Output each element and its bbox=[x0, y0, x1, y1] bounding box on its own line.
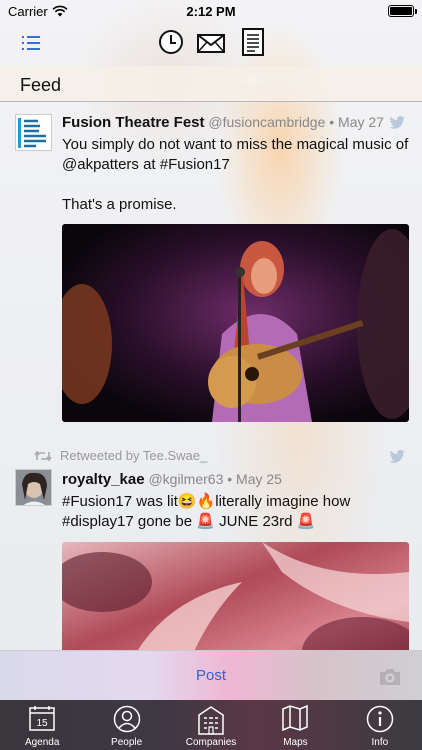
user-photo-icon bbox=[16, 470, 51, 505]
tab-label: Maps bbox=[283, 737, 308, 748]
tab-label: Companies bbox=[185, 737, 237, 748]
tab-companies[interactable]: Companies bbox=[169, 700, 253, 750]
calendar-icon: 15 bbox=[29, 706, 55, 731]
building-icon bbox=[198, 706, 224, 735]
map-icon bbox=[282, 705, 309, 731]
person-icon bbox=[113, 705, 140, 733]
post-button[interactable]: Post bbox=[0, 667, 422, 684]
tab-people[interactable]: People bbox=[84, 700, 168, 750]
fusion-logo-icon bbox=[16, 115, 51, 150]
tweet-text-line: #Fusion17 was lit😆🔥literally imagine how bbox=[62, 493, 351, 510]
retweet-icon bbox=[34, 450, 52, 461]
tweet-text-line: That's a promise. bbox=[62, 196, 177, 213]
tab-label: People bbox=[111, 737, 143, 748]
retweet-indicator: Retweeted by Tee.Swae_ bbox=[34, 448, 422, 463]
tweet-card[interactable]: Fusion Theatre Fest @fusioncambridge • M… bbox=[0, 103, 422, 422]
tweet-date: May 27 bbox=[338, 114, 384, 130]
tweet-card[interactable]: Retweeted by Tee.Swae_ royalty_kae @kgil… bbox=[0, 422, 422, 650]
tweet-date: May 25 bbox=[236, 471, 282, 487]
camera-icon[interactable] bbox=[378, 668, 402, 686]
twitter-bird-icon bbox=[389, 116, 406, 129]
tweet-media-photo[interactable] bbox=[62, 542, 409, 650]
blurred-crowd-photo bbox=[62, 542, 409, 650]
tweet-media-photo[interactable] bbox=[62, 224, 409, 422]
info-icon bbox=[366, 705, 394, 733]
tweet-author-name[interactable]: royalty_kae bbox=[62, 471, 145, 488]
singer-guitar-photo bbox=[62, 224, 409, 422]
page-title: Feed bbox=[20, 75, 62, 95]
feed-list[interactable]: Fusion Theatre Fest @fusioncambridge • M… bbox=[0, 103, 422, 650]
avatar[interactable] bbox=[15, 469, 52, 506]
tweet-text-line: You simply do not want to miss the magic… bbox=[62, 136, 409, 173]
tweet-handle: @kgilmer63 bbox=[148, 471, 224, 487]
avatar[interactable] bbox=[15, 114, 52, 151]
top-navigation bbox=[0, 22, 422, 83]
tab-maps[interactable]: Maps bbox=[253, 700, 337, 750]
tweet-handle: @fusioncambridge bbox=[208, 114, 326, 130]
mail-icon[interactable] bbox=[196, 28, 226, 58]
retweeted-by-label: Retweeted by Tee.Swae_ bbox=[60, 448, 208, 463]
tweet-text-line: #display17 gone be 🚨 JUNE 23rd 🚨 bbox=[62, 513, 316, 530]
twitter-bird-icon bbox=[389, 450, 406, 463]
carrier-label: Carrier bbox=[8, 3, 48, 19]
tweet-text: You simply do not want to miss the magic… bbox=[62, 135, 422, 215]
tab-agenda[interactable]: 15 Agenda bbox=[0, 700, 84, 750]
tweet-text: #Fusion17 was lit😆🔥literally imagine how… bbox=[62, 492, 422, 532]
calendar-day: 15 bbox=[37, 718, 49, 729]
tweet-separator: • bbox=[329, 114, 335, 130]
tweet-author-name[interactable]: Fusion Theatre Fest bbox=[62, 114, 205, 131]
menu-list-icon[interactable] bbox=[22, 36, 40, 50]
document-icon[interactable] bbox=[239, 28, 269, 58]
wifi-icon bbox=[52, 5, 68, 17]
tab-label: Agenda bbox=[24, 737, 60, 748]
feed-header: Feed bbox=[0, 66, 422, 102]
bottom-tab-bar: 15 Agenda People Companies Maps Info bbox=[0, 700, 422, 750]
tab-info[interactable]: Info bbox=[338, 700, 422, 750]
status-bar: Carrier 2:12 PM bbox=[0, 0, 422, 22]
compose-bar: Post bbox=[0, 650, 422, 700]
tweet-separator: • bbox=[227, 471, 233, 487]
battery-icon bbox=[388, 5, 417, 17]
tab-label: Info bbox=[371, 737, 389, 748]
clock-icon[interactable] bbox=[157, 28, 187, 58]
